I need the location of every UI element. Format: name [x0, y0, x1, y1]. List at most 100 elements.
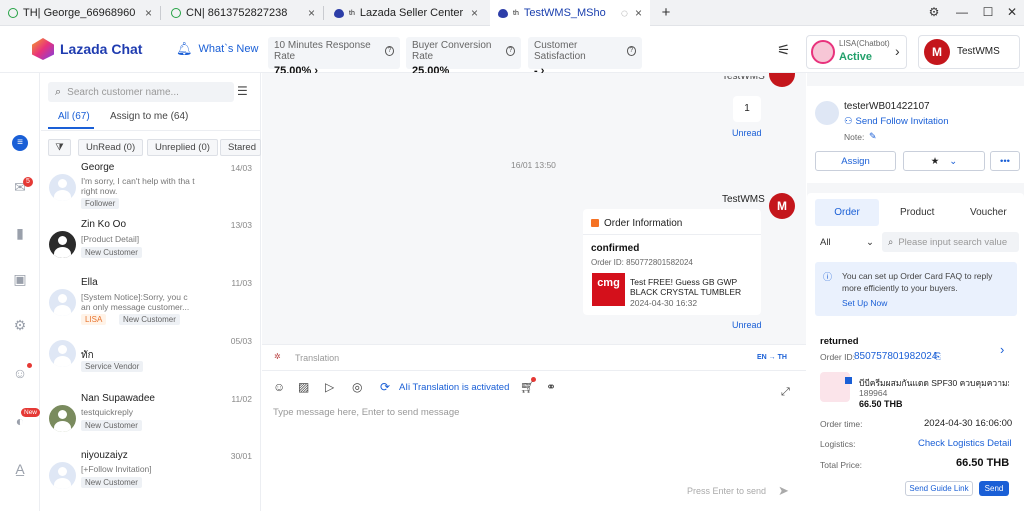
check-logistics-link[interactable]: Check Logistics Detail — [918, 438, 1011, 449]
notification-dot — [27, 363, 32, 368]
bar-chart-icon[interactable]: ▮ — [11, 224, 29, 242]
order-id-label: Order ID: — [820, 352, 855, 362]
filter-stared[interactable]: Stared — [220, 139, 261, 156]
conversation-item[interactable]: George 14/03 I'm sorry, I can't help wit… — [41, 162, 261, 214]
tab-title: TestWMS_MSho — [523, 7, 606, 19]
send-guide-link-button[interactable]: Send Guide Link — [905, 481, 973, 496]
add-user-icon: ⚇ — [844, 116, 853, 127]
tab-product[interactable]: Product — [900, 207, 934, 218]
conversation-item[interactable]: Nan Supawadee 11/02 testquickreply New C… — [41, 393, 261, 435]
close-icon[interactable]: × — [145, 6, 152, 20]
tab-all[interactable]: All (67) — [58, 111, 90, 122]
list-menu-icon[interactable]: ☰ — [237, 84, 248, 98]
edit-icon[interactable]: ✎ — [869, 131, 877, 142]
chevron-right-icon[interactable]: › — [1000, 342, 1004, 357]
close-icon[interactable]: × — [308, 6, 315, 20]
more-button[interactable]: ••• — [990, 151, 1020, 171]
message-timestamp: 16/01 13:50 — [511, 160, 556, 170]
language-toggle[interactable]: EN → TH — [757, 354, 787, 361]
browser-tab-4[interactable]: th TestWMS_MSho ◌ × — [490, 0, 650, 26]
close-window-button[interactable]: ✕ — [998, 0, 1024, 24]
app-name: Lazada Chat — [60, 41, 143, 57]
tab-prefix: th — [349, 9, 355, 17]
metric-customer-satisfaction[interactable]: Customer Satisfaction? - › — [528, 37, 642, 77]
order-search-input[interactable]: ⌕ Please input search value — [882, 232, 1019, 252]
robot-icon[interactable]: ☺ — [11, 364, 29, 382]
translate-icon[interactable]: A̲ — [11, 460, 29, 478]
quick-reply-icon[interactable]: ◎ — [352, 380, 362, 394]
close-icon[interactable]: × — [471, 6, 478, 20]
info-icon[interactable]: ? — [505, 46, 515, 56]
image-icon[interactable]: ▨ — [298, 380, 309, 394]
whats-new-button[interactable]: 🔔︎ What`s New — [176, 41, 258, 57]
close-icon[interactable]: × — [635, 6, 642, 20]
sender-name: TestWMS — [722, 194, 765, 205]
divider — [262, 370, 806, 371]
settings-sliders-icon[interactable]: ⚟ — [777, 41, 790, 59]
total-price-label: Total Price: — [820, 460, 863, 470]
message-input[interactable]: Type message here, Enter to send message — [273, 407, 459, 418]
tab-order[interactable]: Order — [815, 199, 879, 226]
customer-search[interactable]: ⌕ Search customer name... — [48, 82, 234, 102]
filter-unread[interactable]: UnRead (0) — [78, 139, 144, 156]
star-dropdown[interactable]: ★ ⌄ — [903, 151, 985, 171]
browser-tab-3[interactable]: th Lazada Seller Center × — [326, 0, 486, 26]
send-order-button[interactable]: Send — [979, 481, 1009, 496]
info-icon[interactable]: ? — [384, 46, 394, 56]
note-label: Note: — [844, 132, 865, 142]
briefcase-icon[interactable]: ▣ — [11, 270, 29, 288]
minimize-button[interactable]: — — [948, 0, 976, 24]
new-tab-button[interactable]: + — [652, 0, 680, 24]
lisa-status: Active — [839, 51, 873, 63]
tab-title: Lazada Seller Center — [359, 7, 464, 19]
divider — [41, 130, 261, 131]
customer-tag: New Customer — [81, 477, 142, 488]
lisa-chatbot-widget[interactable]: LISA(Chatbot) Active › — [806, 35, 907, 69]
video-icon[interactable]: ▷ — [325, 380, 334, 394]
conversation-item[interactable]: Zin Ko Oo 13/03 [Product Detail] New Cus… — [41, 219, 261, 271]
metric-response-rate[interactable]: 10 Minutes Response Rate? 75.00% › — [268, 37, 400, 77]
settings-icon[interactable]: ⚙ — [920, 0, 948, 24]
expand-icon[interactable]: ⤢ — [781, 386, 790, 399]
copy-icon[interactable]: ⎘ — [934, 351, 941, 362]
conversation-item[interactable]: niyouzaiyz 30/01 [+Follow Invitation] Ne… — [41, 450, 261, 492]
order-card[interactable]: Order Information confirmed Order ID: 85… — [583, 209, 761, 315]
order-id[interactable]: 850757801982024 — [854, 351, 937, 362]
conversation-date: 30/01 — [230, 451, 252, 461]
gear-icon[interactable]: ⚙ — [11, 316, 29, 334]
send-follow-invitation[interactable]: ⚇ Send Follow Invitation — [844, 116, 948, 127]
avatar — [49, 340, 76, 367]
tab-assign-to-me[interactable]: Assign to me (64) — [110, 111, 188, 122]
browser-tab-1[interactable]: TH| George_66968960 × — [0, 0, 160, 26]
logistics-label: Logistics: — [820, 439, 856, 449]
ai-icon[interactable]: ⟳ — [380, 380, 390, 394]
assign-button[interactable]: Assign — [815, 151, 896, 171]
chevron-right-icon: › — [895, 43, 900, 59]
info-icon[interactable]: ? — [626, 46, 636, 56]
tab-voucher[interactable]: Voucher — [970, 207, 1007, 218]
order-filter-select[interactable]: All ⌄ — [815, 232, 879, 252]
chat-icon[interactable]: ≡ — [11, 134, 29, 152]
unread-status: Unread — [732, 320, 762, 330]
lisa-avatar — [811, 40, 835, 64]
order-status: returned — [820, 336, 859, 347]
order-id: Order ID: 850772801582024 — [591, 258, 693, 267]
customer-avatar — [815, 101, 839, 125]
shop-account-widget[interactable]: M TestWMS — [918, 35, 1020, 69]
customer-name: niyouzaiyz — [81, 450, 128, 461]
filter-unreplied[interactable]: Unreplied (0) — [147, 139, 218, 156]
set-up-now-link[interactable]: Set Up Now — [842, 298, 887, 308]
emoji-icon[interactable]: ☺ — [273, 380, 285, 394]
filter-icon[interactable]: ⧩ — [48, 139, 71, 156]
metric-title: Customer Satisfaction — [534, 40, 586, 62]
conversation-item[interactable]: ทัก 05/03 Service Vendor — [41, 336, 261, 377]
tab-divider — [160, 6, 161, 20]
link-icon[interactable]: ⚭ — [546, 380, 556, 394]
customer-name: Nan Supawadee — [81, 393, 155, 404]
send-icon[interactable]: ➤ — [778, 483, 789, 499]
conversation-item[interactable]: Ella 11/03 [System Notice]:Sorry, you c … — [41, 277, 261, 329]
metric-conversion-rate[interactable]: Buyer Conversion Rate? 25.00% — [406, 37, 521, 77]
cart-icon[interactable]: 🛒︎ — [520, 380, 535, 394]
total-price: 66.50 THB — [956, 457, 1010, 469]
browser-tab-2[interactable]: CN| 8613752827238 × — [163, 0, 323, 26]
